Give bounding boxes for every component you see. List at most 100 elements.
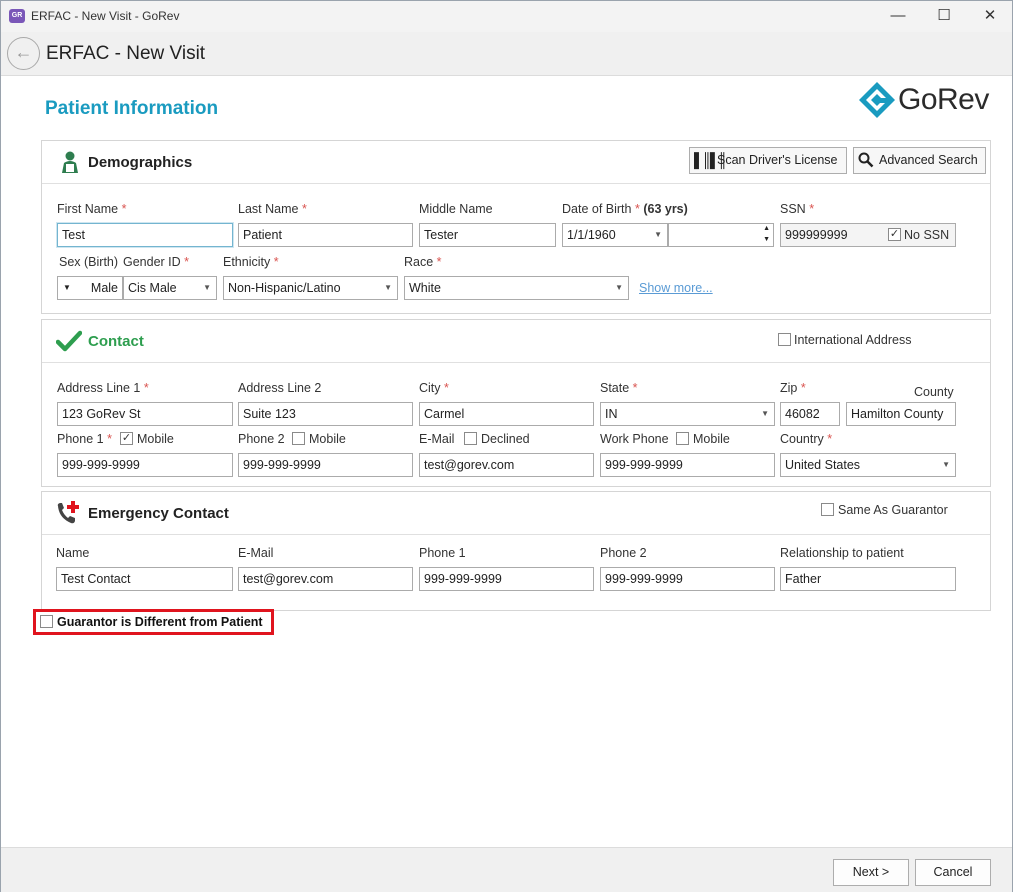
title-bar: GR ERFAC - New Visit - GoRev — ☐ ✕ bbox=[1, 1, 1012, 32]
contact-title: Contact bbox=[88, 333, 144, 350]
phone2-label: Phone 2 bbox=[238, 432, 285, 446]
sex-value: Male bbox=[90, 281, 118, 295]
race-label: Race * bbox=[404, 255, 442, 269]
dob-time-stepper[interactable]: ▲ ▼ bbox=[668, 223, 774, 247]
gender-label: Gender ID * bbox=[123, 255, 190, 269]
close-button[interactable]: ✕ bbox=[967, 1, 1013, 32]
work-phone-mobile-label: Mobile bbox=[693, 432, 730, 446]
work-phone-label: Work Phone bbox=[600, 432, 669, 446]
state-select[interactable]: IN ▼ bbox=[600, 402, 775, 426]
email-input[interactable]: test@gorev.com bbox=[419, 453, 594, 477]
demographics-header: Demographics ▌║▌║ Scan Driver's License … bbox=[42, 141, 990, 184]
chevron-down-icon: ▼ bbox=[942, 460, 950, 469]
chevron-down-icon: ▼ bbox=[63, 283, 71, 292]
no-ssn-checkbox[interactable]: ✓ bbox=[888, 228, 901, 241]
next-button[interactable]: Next > bbox=[833, 859, 909, 886]
country-label: Country * bbox=[780, 432, 833, 446]
same-as-guarantor-checkbox[interactable] bbox=[821, 503, 834, 516]
stepper-arrows-icon[interactable]: ▲ ▼ bbox=[763, 224, 770, 245]
advanced-search-label: Advanced Search bbox=[879, 153, 978, 167]
emergency-contact-header: Emergency Contact Same As Guarantor bbox=[42, 492, 990, 535]
ec-name-label: Name bbox=[56, 546, 90, 560]
minimize-button[interactable]: — bbox=[875, 1, 921, 32]
ec-phone2-input[interactable]: 999-999-9999 bbox=[600, 567, 775, 591]
phone1-mobile-checkbox[interactable]: ✓ bbox=[120, 432, 133, 445]
phone1-input[interactable]: 999-999-9999 bbox=[57, 453, 233, 477]
city-input[interactable]: Carmel bbox=[419, 402, 594, 426]
dob-date-picker[interactable]: 1/1/1960 ▼ bbox=[562, 223, 668, 247]
phone2-input[interactable]: 999-999-9999 bbox=[238, 453, 413, 477]
last-name-input[interactable]: Patient bbox=[238, 223, 413, 247]
search-icon bbox=[858, 152, 874, 168]
gender-value: Cis Male bbox=[128, 281, 177, 295]
address1-input[interactable]: 123 GoRev St bbox=[57, 402, 233, 426]
county-input[interactable]: Hamilton County bbox=[846, 402, 956, 426]
race-select[interactable]: White ▼ bbox=[404, 276, 629, 300]
ec-relationship-label: Relationship to patient bbox=[780, 546, 904, 560]
chevron-down-icon: ▼ bbox=[384, 283, 392, 292]
chevron-down-icon: ▼ bbox=[615, 283, 623, 292]
race-value: White bbox=[409, 281, 441, 295]
sex-label: Sex (Birth) bbox=[59, 255, 119, 269]
county-label: County bbox=[914, 385, 954, 399]
person-icon bbox=[62, 151, 78, 173]
international-address-checkbox[interactable] bbox=[778, 333, 791, 346]
maximize-button[interactable]: ☐ bbox=[921, 1, 967, 32]
contact-header: Contact International Address bbox=[42, 320, 990, 363]
ethnicity-select[interactable]: Non-Hispanic/Latino ▼ bbox=[223, 276, 398, 300]
footer-bar: Next > Cancel bbox=[1, 847, 1012, 892]
middle-name-input[interactable]: Tester bbox=[419, 223, 556, 247]
middle-name-label: Middle Name bbox=[419, 202, 493, 216]
email-declined-checkbox[interactable] bbox=[464, 432, 477, 445]
phone-cross-icon bbox=[57, 501, 79, 524]
same-as-guarantor-label: Same As Guarantor bbox=[838, 503, 948, 517]
emergency-contact-title: Emergency Contact bbox=[88, 505, 229, 522]
advanced-search-button[interactable]: Advanced Search bbox=[853, 147, 986, 174]
demographics-title: Demographics bbox=[88, 154, 193, 171]
scan-license-button[interactable]: ▌║▌║ Scan Driver's License bbox=[689, 147, 847, 174]
gorev-logo-mark-icon bbox=[859, 82, 895, 118]
sex-select[interactable]: ▼ Male bbox=[57, 276, 123, 300]
work-phone-mobile-checkbox[interactable] bbox=[676, 432, 689, 445]
international-address-label: International Address bbox=[794, 333, 912, 347]
page-header: ← ERFAC - New Visit bbox=[1, 32, 1012, 76]
guarantor-different-label[interactable]: Guarantor is Different from Patient bbox=[57, 615, 263, 629]
app-icon: GR bbox=[9, 9, 25, 23]
demographics-panel: Demographics ▌║▌║ Scan Driver's License … bbox=[41, 140, 991, 314]
country-value: United States bbox=[785, 458, 861, 472]
ec-phone1-label: Phone 1 bbox=[419, 546, 466, 560]
ec-relationship-input[interactable]: Father bbox=[780, 567, 956, 591]
city-label: City * bbox=[419, 381, 449, 395]
country-select[interactable]: United States ▼ bbox=[780, 453, 956, 477]
gender-select[interactable]: Cis Male ▼ bbox=[123, 276, 217, 300]
phone2-mobile-checkbox[interactable] bbox=[292, 432, 305, 445]
address2-label: Address Line 2 bbox=[238, 381, 322, 395]
chevron-down-icon: ▼ bbox=[654, 230, 662, 239]
logo-text: GoRev bbox=[898, 83, 989, 116]
dob-value: 1/1/1960 bbox=[567, 228, 616, 242]
ec-email-input[interactable]: test@gorev.com bbox=[238, 567, 413, 591]
address1-label: Address Line 1 * bbox=[57, 381, 149, 395]
last-name-label: Last Name * bbox=[238, 202, 307, 216]
chevron-down-icon: ▼ bbox=[203, 283, 211, 292]
ec-name-input[interactable]: Test Contact bbox=[56, 567, 233, 591]
cancel-button[interactable]: Cancel bbox=[915, 859, 991, 886]
state-value: IN bbox=[605, 407, 618, 421]
guarantor-different-checkbox[interactable] bbox=[40, 615, 53, 628]
scan-license-label: Scan Driver's License bbox=[717, 153, 838, 167]
ssn-label: SSN * bbox=[780, 202, 815, 216]
show-more-link[interactable]: Show more... bbox=[639, 281, 713, 295]
work-phone-input[interactable]: 999-999-9999 bbox=[600, 453, 775, 477]
first-name-input[interactable]: Test bbox=[57, 223, 233, 247]
address2-input[interactable]: Suite 123 bbox=[238, 402, 413, 426]
app-window: GR ERFAC - New Visit - GoRev — ☐ ✕ ← ERF… bbox=[0, 0, 1013, 892]
back-arrow-icon[interactable]: ← bbox=[7, 37, 40, 70]
phone2-mobile-label: Mobile bbox=[309, 432, 346, 446]
header-title: ERFAC - New Visit bbox=[46, 43, 206, 64]
ec-phone2-label: Phone 2 bbox=[600, 546, 647, 560]
ec-phone1-input[interactable]: 999-999-9999 bbox=[419, 567, 594, 591]
window-title: ERFAC - New Visit - GoRev bbox=[31, 9, 180, 23]
phone1-label: Phone 1 * bbox=[57, 432, 112, 446]
zip-input[interactable]: 46082 bbox=[780, 402, 840, 426]
page-title: Patient Information bbox=[45, 98, 219, 119]
